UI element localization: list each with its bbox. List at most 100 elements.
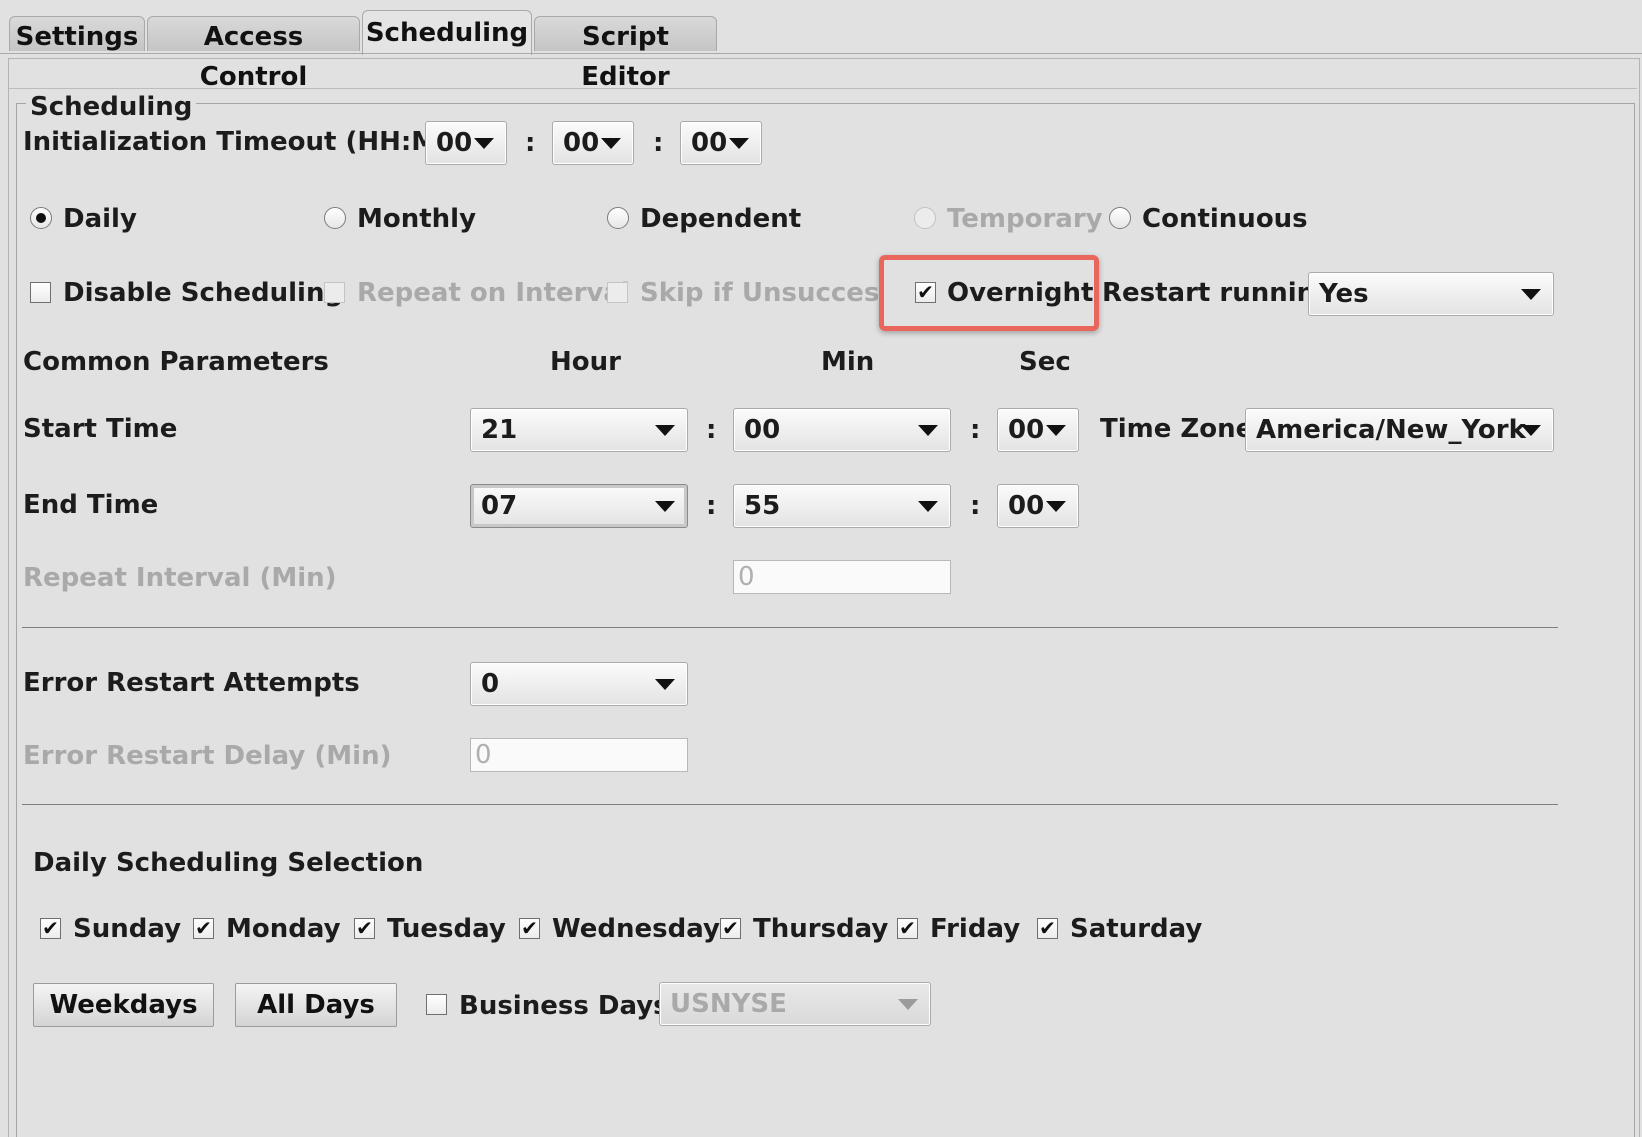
chevron-down-icon (601, 138, 621, 149)
time-zone-combo[interactable]: America/New_York (1245, 408, 1554, 452)
check-icon: ✔ (722, 916, 739, 940)
business-days-label: Business Days (459, 991, 669, 1021)
business-calendar-combo[interactable]: USNYSE (659, 982, 931, 1026)
day-label-tuesday: Tuesday (387, 914, 506, 944)
check-icon: ✔ (1039, 916, 1056, 940)
time-separator: : (706, 491, 717, 521)
chevron-down-icon (729, 138, 749, 149)
restart-running-label: Restart running (1102, 278, 1334, 308)
chevron-down-icon (655, 425, 675, 436)
error-restart-attempts-label: Error Restart Attempts (23, 668, 360, 698)
skip-if-unsuccessful-checkbox[interactable] (607, 282, 628, 303)
weekdays-button[interactable]: Weekdays (33, 983, 214, 1027)
tab-script-editor[interactable]: Script Editor (534, 16, 717, 92)
day-label-thursday: Thursday (753, 914, 889, 944)
combo-value: Yes (1319, 279, 1369, 309)
scheduling-section-title: Scheduling (26, 92, 197, 122)
day-checkbox-thursday[interactable]: ✔ (720, 918, 741, 939)
chevron-down-icon (474, 138, 494, 149)
error-restart-attempts-combo[interactable]: 0 (470, 662, 688, 706)
start-min-combo[interactable]: 00 (733, 408, 951, 452)
tab-settings[interactable]: Settings (9, 16, 145, 52)
combo-value: 0 (481, 669, 500, 699)
end-hour-combo[interactable]: 07 (470, 484, 688, 528)
check-icon: ✔ (356, 916, 373, 940)
time-separator: : (970, 491, 981, 521)
combo-value: 55 (744, 491, 781, 521)
error-restart-delay-input[interactable]: 0 (470, 738, 688, 772)
disable-scheduling-checkbox[interactable] (30, 282, 51, 303)
time-zone-label: Time Zone (1100, 414, 1254, 444)
combo-value: 00 (1008, 491, 1045, 521)
chevron-down-icon (1521, 289, 1541, 300)
start-time-label: Start Time (23, 414, 178, 444)
chevron-down-icon (1046, 425, 1066, 436)
time-separator: : (970, 415, 981, 445)
section-divider (22, 804, 1558, 805)
radio-monthly-label: Monthly (357, 204, 477, 234)
init-timeout-mi-combo[interactable]: 00 (552, 121, 634, 165)
daily-selection-title: Daily Scheduling Selection (33, 848, 424, 878)
radio-temporary-label: Temporary (947, 204, 1103, 234)
combo-value: America/New_York (1256, 415, 1526, 445)
business-days-checkbox[interactable] (426, 994, 447, 1015)
day-checkbox-saturday[interactable]: ✔ (1037, 918, 1058, 939)
chevron-down-icon (655, 679, 675, 690)
common-parameters-label: Common Parameters (23, 347, 329, 377)
end-sec-combo[interactable]: 00 (997, 484, 1079, 528)
tab-scheduling[interactable]: Scheduling (362, 10, 532, 55)
day-checkbox-sunday[interactable]: ✔ (40, 918, 61, 939)
radio-temporary[interactable] (914, 207, 936, 229)
chevron-down-icon (918, 425, 938, 436)
start-sec-combo[interactable]: 00 (997, 408, 1079, 452)
radio-continuous-label: Continuous (1142, 204, 1308, 234)
init-timeout-hh-combo[interactable]: 00 (425, 121, 507, 165)
radio-monthly[interactable] (324, 207, 346, 229)
min-column-label: Min (821, 347, 875, 377)
radio-dependent[interactable] (607, 207, 629, 229)
tab-access-control[interactable]: Access Control (147, 16, 360, 92)
start-hour-combo[interactable]: 21 (470, 408, 688, 452)
end-min-combo[interactable]: 55 (733, 484, 951, 528)
all-days-button[interactable]: All Days (235, 983, 397, 1027)
day-label-saturday: Saturday (1070, 914, 1203, 944)
day-label-sunday: Sunday (73, 914, 182, 944)
check-icon: ✔ (521, 916, 538, 940)
combo-value: 07 (481, 491, 518, 521)
radio-daily-label: Daily (63, 204, 137, 234)
day-label-friday: Friday (930, 914, 1021, 944)
day-label-monday: Monday (226, 914, 341, 944)
hour-column-label: Hour (550, 347, 621, 377)
day-checkbox-friday[interactable]: ✔ (897, 918, 918, 939)
restart-running-combo[interactable]: Yes (1308, 272, 1554, 316)
init-timeout-ss-combo[interactable]: 00 (680, 121, 762, 165)
chevron-down-icon (918, 501, 938, 512)
combo-value: USNYSE (670, 989, 787, 1019)
time-separator: : (706, 415, 717, 445)
day-checkbox-wednesday[interactable]: ✔ (519, 918, 540, 939)
combo-value: 00 (691, 128, 728, 158)
radio-continuous[interactable] (1109, 207, 1131, 229)
tab-strip-border (0, 53, 1642, 54)
combo-value: 00 (1008, 415, 1045, 445)
combo-value: 00 (563, 128, 600, 158)
chevron-down-icon (898, 999, 918, 1010)
combo-value: 21 (481, 415, 518, 445)
day-checkbox-tuesday[interactable]: ✔ (354, 918, 375, 939)
chevron-down-icon (1521, 425, 1541, 436)
panel-divider (9, 88, 1637, 89)
repeat-on-interval-checkbox[interactable] (324, 282, 345, 303)
repeat-interval-input[interactable]: 0 (733, 560, 951, 594)
combo-value: 00 (744, 415, 781, 445)
disable-scheduling-label: Disable Scheduling (63, 278, 344, 308)
repeat-interval-label: Repeat Interval (Min) (23, 563, 337, 593)
time-separator: : (525, 128, 536, 158)
day-label-wednesday: Wednesday (552, 914, 720, 944)
radio-daily[interactable] (30, 207, 52, 229)
skip-if-unsuccessful-label: Skip if Unsuccessful (640, 278, 878, 308)
end-time-label: End Time (23, 490, 159, 520)
time-separator: : (653, 128, 664, 158)
day-checkbox-monday[interactable]: ✔ (193, 918, 214, 939)
combo-value: 00 (436, 128, 473, 158)
sec-column-label: Sec (1019, 347, 1071, 377)
